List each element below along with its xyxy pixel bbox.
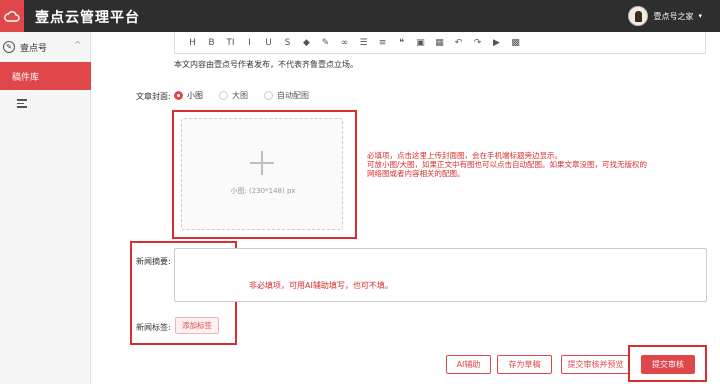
save-draft-button[interactable]: 存为草稿 [497, 355, 552, 374]
compass-icon: ✎ [3, 41, 15, 53]
radio-icon[interactable] [219, 91, 228, 100]
collapse-menu-icon[interactable] [17, 99, 27, 110]
attachment-icon[interactable]: ▩ [506, 38, 525, 48]
cover-label: 文章封面: [136, 92, 171, 101]
add-tag-button[interactable]: 添加标签 [175, 317, 219, 334]
link-icon[interactable]: ∞ [335, 38, 354, 48]
heading-icon[interactable]: H [183, 38, 202, 48]
summary-label: 新闻摘要: [136, 257, 171, 266]
sidebar-section-label: 壹点号 [20, 43, 48, 54]
editor-toolbar: H B TI I U S ◆ ✎ ∞ ☰ ≡ ❝ ▣ ▦ ↶ ↷ ▶ ▩ [174, 32, 706, 54]
image-icon[interactable]: ▣ [411, 38, 430, 48]
app-title: 壹点云管理平台 [35, 10, 140, 26]
radio-selected-icon[interactable] [174, 91, 183, 100]
highlight-icon[interactable]: ✎ [316, 38, 335, 48]
sidebar-section-yidianhao[interactable]: ✎ 壹点号 ^ [0, 36, 91, 58]
sidebar: ✎ 壹点号 ^ 稿件库 [0, 32, 91, 384]
sidebar-item-manuscripts[interactable]: 稿件库 [0, 62, 91, 90]
avatar[interactable] [628, 6, 649, 26]
cover-upload-area[interactable]: 小图: (230*148) px [181, 118, 343, 230]
font-size-icon[interactable]: TI [221, 38, 240, 48]
quote-icon[interactable]: ❝ [392, 38, 411, 48]
user-name[interactable]: 壹点号之家 [653, 11, 693, 22]
cover-type-radio-group: 小图 大图 自动配图 [174, 90, 319, 101]
chevron-down-icon[interactable]: ▾ [698, 12, 702, 20]
redo-icon[interactable]: ↷ [468, 38, 487, 48]
submit-preview-button[interactable]: 提交审核并预览 [561, 355, 630, 374]
ai-assist-button[interactable]: AI辅助 [446, 355, 491, 374]
submit-button[interactable]: 提交审核 [641, 355, 695, 374]
italic-icon[interactable]: I [240, 38, 259, 48]
user-menu[interactable]: 壹点号之家 ▾ [628, 4, 702, 28]
bold-icon[interactable]: B [202, 38, 221, 48]
table-icon[interactable]: ▦ [430, 38, 449, 48]
summary-input[interactable] [174, 248, 707, 302]
cover-option-large[interactable]: 大图 [219, 90, 248, 101]
list-icon[interactable]: ☰ [354, 38, 373, 48]
upload-size-hint: 小图: (230*148) px [230, 187, 296, 195]
cover-annotation: 必填项，点击这里上传封面图，会在手机端标题旁边显示。 可放小图/大图，如果正文中… [367, 151, 648, 178]
underline-icon[interactable]: U [259, 38, 278, 48]
disclaimer-text: 本文内容由壹点号作者发布，不代表齐鲁壹点立场。 [174, 60, 358, 69]
align-icon[interactable]: ≡ [373, 38, 392, 48]
summary-annotation: 非必填项，可用AI辅助填写，也可不填。 [249, 281, 393, 290]
undo-icon[interactable]: ↶ [449, 38, 468, 48]
cover-option-small[interactable]: 小图 [174, 90, 203, 101]
strikethrough-icon[interactable]: S [278, 38, 297, 48]
radio-icon[interactable] [264, 91, 273, 100]
chevron-up-icon[interactable]: ^ [74, 40, 81, 49]
plus-icon[interactable] [250, 151, 274, 175]
tags-label: 新闻标签: [136, 323, 171, 332]
top-bar: 壹点云管理平台 壹点号之家 ▾ [0, 0, 720, 32]
text-color-icon[interactable]: ◆ [297, 38, 316, 48]
cover-option-auto[interactable]: 自动配图 [264, 90, 309, 101]
video-icon[interactable]: ▶ [487, 38, 506, 48]
cloud-logo-icon[interactable] [0, 0, 24, 32]
